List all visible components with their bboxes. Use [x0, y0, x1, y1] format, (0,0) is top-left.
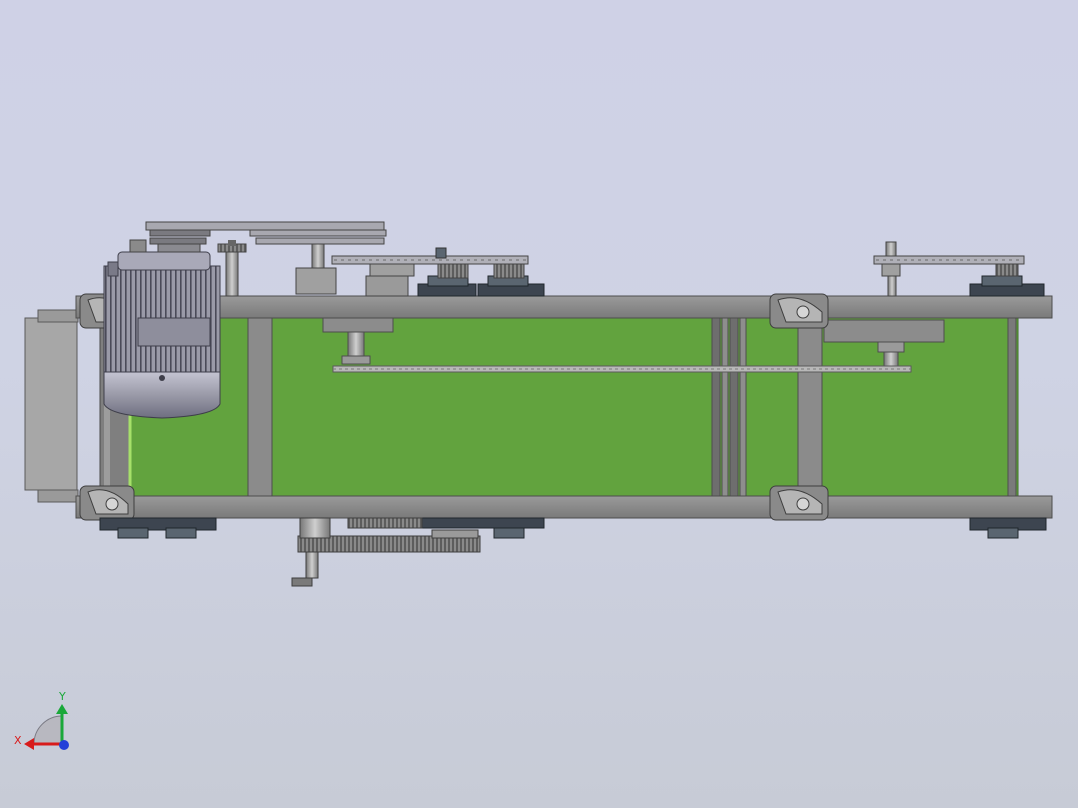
top-rail [75, 295, 1053, 319]
bottom-bearings [99, 517, 1047, 539]
left-housing [24, 309, 79, 503]
motor [103, 251, 221, 419]
conveyor-model: Y X [14, 221, 1053, 750]
coordinate-triad [24, 704, 69, 750]
graphics-viewport[interactable]: Y X [0, 0, 1078, 808]
bottom-rail [75, 495, 1053, 519]
triad-x-label: X [14, 734, 22, 747]
long-chain [332, 365, 912, 373]
triad-y-label: Y [58, 690, 66, 703]
top-bearings [417, 275, 1045, 297]
